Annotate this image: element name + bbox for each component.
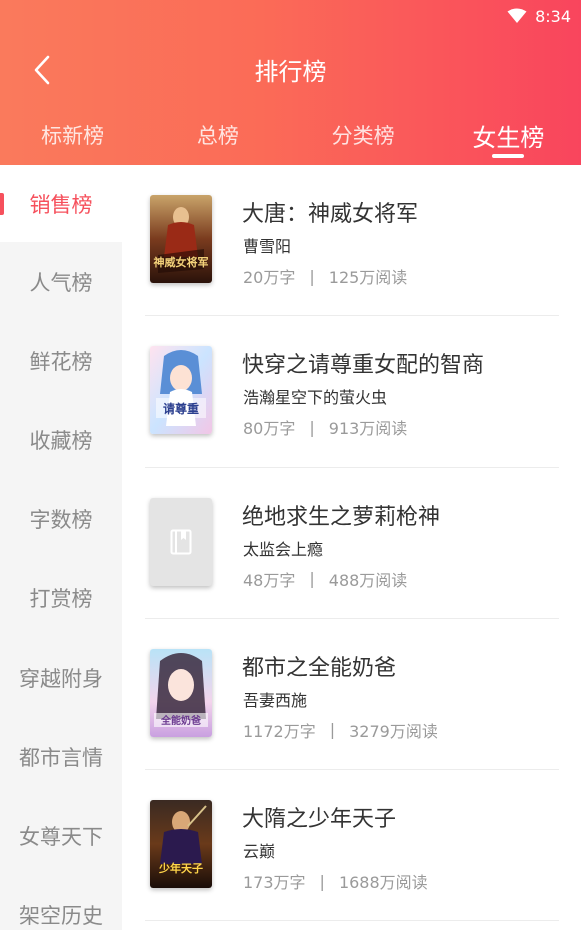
sidebar-item-label: 收藏榜 bbox=[29, 428, 93, 453]
sidebar-item-label: 销售榜 bbox=[29, 192, 93, 217]
meta-separator: | bbox=[319, 871, 325, 891]
read-count: 3279万阅读 bbox=[349, 721, 438, 741]
list-item[interactable]: 少年天子 大隋之少年天子 云巅 173万字 | 1688万阅读 bbox=[145, 770, 559, 922]
word-count: 20万字 bbox=[243, 268, 296, 287]
status-time: 8:34 bbox=[535, 6, 571, 26]
sidebar-item-alt-history[interactable]: 架空历史 bbox=[0, 876, 122, 930]
word-count: 1172万字 bbox=[243, 721, 316, 741]
word-count: 48万字 bbox=[243, 570, 296, 590]
tab-female[interactable]: 女生榜 bbox=[436, 108, 581, 165]
sidebar-item-label: 穿越附身 bbox=[19, 666, 103, 691]
book-author: 太监会上瘾 bbox=[243, 539, 324, 559]
sidebar-item-favorites[interactable]: 收藏榜 bbox=[0, 400, 122, 479]
tab-overall[interactable]: 总榜 bbox=[145, 108, 290, 165]
book-cover[interactable]: 请尊重 bbox=[150, 346, 212, 435]
sidebar-item-tips[interactable]: 打赏榜 bbox=[0, 559, 122, 638]
active-tab-underline bbox=[492, 154, 525, 158]
sidebar-item-label: 都市言情 bbox=[19, 745, 103, 770]
svg-text:少年天子: 少年天子 bbox=[158, 861, 203, 875]
book-title: 快穿之请尊重女配的智商 bbox=[242, 353, 485, 379]
page-title: 排行榜 bbox=[254, 58, 327, 86]
book-author: 浩瀚星空下的萤火虫 bbox=[243, 388, 388, 408]
read-count: 488万阅读 bbox=[328, 570, 408, 590]
sidebar-item-flowers[interactable]: 鲜花榜 bbox=[0, 321, 122, 400]
header-bar: 8:34 排行榜 标新榜 总榜 分类榜 女生榜 bbox=[0, 0, 581, 165]
book-meta: 173万字 | 1688万阅读 bbox=[243, 869, 428, 893]
book-meta: 20万字 | 125万阅读 bbox=[243, 264, 407, 288]
list-item[interactable]: 绝地求生之萝莉枪神 太监会上瘾 48万字 | 488万阅读 bbox=[145, 468, 559, 619]
tab-label: 分类榜 bbox=[331, 124, 395, 148]
book-title: 绝地求生之萝莉枪神 bbox=[242, 504, 441, 530]
sidebar-item-label: 字数榜 bbox=[29, 508, 93, 533]
book-cover[interactable]: 全能奶爸 bbox=[150, 648, 212, 737]
book-cover[interactable] bbox=[150, 497, 212, 586]
sidebar-item-popularity[interactable]: 人气榜 bbox=[0, 242, 122, 321]
book-author: 吾妻西施 bbox=[243, 690, 308, 710]
book-author: 曹雪阳 bbox=[243, 237, 292, 256]
sidebar-item-label: 鲜花榜 bbox=[29, 349, 93, 374]
wifi-icon bbox=[507, 8, 527, 23]
tab-category[interactable]: 分类榜 bbox=[291, 108, 436, 165]
read-count: 913万阅读 bbox=[328, 419, 408, 439]
list-item[interactable]: 神威女将军 大唐：神威女将军 曹雪阳 20万字 | 125万阅读 bbox=[145, 165, 559, 317]
book-title: 大唐：神威女将军 bbox=[242, 202, 419, 227]
cover-image: 少年天子 bbox=[150, 800, 212, 889]
cover-image: 请尊重 bbox=[150, 346, 212, 435]
book-title: 大隋之少年天子 bbox=[242, 807, 397, 833]
status-bar: 8:34 bbox=[507, 5, 571, 27]
svg-text:神威女将军: 神威女将军 bbox=[154, 255, 209, 269]
book-author: 云巅 bbox=[243, 842, 276, 862]
tab-new[interactable]: 标新榜 bbox=[0, 108, 145, 165]
meta-separator: | bbox=[309, 569, 315, 589]
svg-text:全能奶爸: 全能奶爸 bbox=[160, 714, 201, 727]
book-title: 都市之全能奶爸 bbox=[242, 655, 397, 681]
ranking-tabs: 标新榜 总榜 分类榜 女生榜 bbox=[0, 108, 581, 165]
word-count: 173万字 bbox=[243, 873, 306, 893]
sidebar-item-label: 架空历史 bbox=[19, 904, 103, 929]
book-meta: 48万字 | 488万阅读 bbox=[243, 567, 407, 591]
sidebar-item-female-dominance[interactable]: 女尊天下 bbox=[0, 796, 122, 875]
tab-label: 女生榜 bbox=[472, 124, 545, 152]
list-item[interactable]: 请尊重 快穿之请尊重女配的智商 浩瀚星空下的萤火虫 80万字 | 913万阅读 bbox=[145, 316, 559, 468]
tab-label: 总榜 bbox=[196, 124, 239, 148]
sidebar-item-label: 打赏榜 bbox=[29, 587, 93, 612]
book-meta: 80万字 | 913万阅读 bbox=[243, 415, 407, 439]
list-item[interactable]: 全能奶爸 都市之全能奶爸 吾妻西施 1172万字 | 3279万阅读 bbox=[145, 619, 559, 771]
read-count: 1688万阅读 bbox=[338, 873, 428, 893]
category-sidebar: 销售榜 人气榜 鲜花榜 收藏榜 字数榜 打赏榜 穿越附身 都市言情 女尊天下 架… bbox=[0, 165, 122, 930]
active-indicator bbox=[0, 193, 4, 215]
sidebar-item-word-count[interactable]: 字数榜 bbox=[0, 480, 122, 559]
sidebar-item-label: 女尊天下 bbox=[19, 824, 103, 849]
word-count: 80万字 bbox=[243, 419, 296, 439]
sidebar-item-sales[interactable]: 销售榜 bbox=[0, 165, 122, 242]
meta-separator: | bbox=[309, 266, 315, 286]
cover-image: 全能奶爸 bbox=[150, 648, 212, 737]
sidebar-item-label: 人气榜 bbox=[29, 270, 93, 295]
cover-image: 神威女将军 bbox=[150, 195, 212, 283]
tab-label: 标新榜 bbox=[41, 124, 105, 148]
book-placeholder-icon bbox=[170, 529, 192, 555]
meta-separator: | bbox=[309, 417, 315, 437]
svg-text:请尊重: 请尊重 bbox=[163, 401, 199, 416]
book-cover[interactable]: 神威女将军 bbox=[150, 195, 212, 283]
sidebar-item-time-travel[interactable]: 穿越附身 bbox=[0, 638, 122, 717]
book-cover[interactable]: 少年天子 bbox=[150, 800, 212, 889]
read-count: 125万阅读 bbox=[328, 268, 408, 287]
sidebar-item-urban-romance[interactable]: 都市言情 bbox=[0, 717, 122, 796]
book-meta: 1172万字 | 3279万阅读 bbox=[243, 718, 438, 742]
meta-separator: | bbox=[329, 720, 336, 740]
book-list: 神威女将军 大唐：神威女将军 曹雪阳 20万字 | 125万阅读 请尊重 快穿之… bbox=[145, 165, 559, 922]
